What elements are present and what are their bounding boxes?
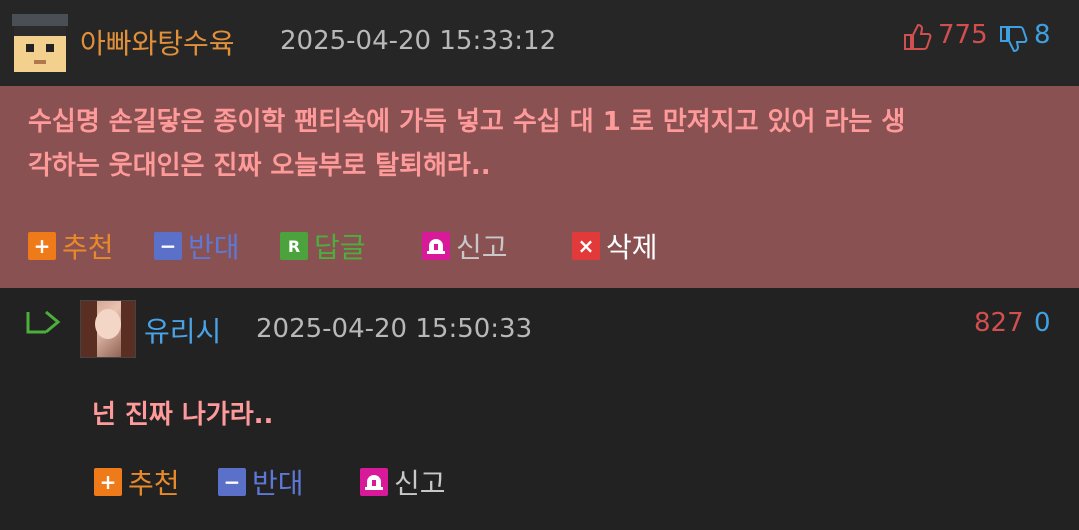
author-name[interactable]: 유리시: [144, 310, 221, 350]
comment-text: 수십명 손길닿은 종이학 팬티속에 가득 넣고 수십 대 1 로 만져지고 있어…: [28, 100, 1058, 188]
comment-text-line: 수십명 손길닿은 종이학 팬티속에 가득 넣고 수십 대 1 로 만져지고 있어…: [28, 107, 906, 137]
recommend-button[interactable]: + 추천: [28, 228, 114, 264]
author-avatar[interactable]: [80, 300, 136, 358]
recommend-button[interactable]: + 추천: [94, 464, 180, 500]
downvote-count: 8: [1034, 20, 1051, 50]
avatar-face: [95, 309, 121, 339]
comment-text: 넌 진짜 나가라..: [92, 400, 274, 430]
siren-icon-shape: [365, 475, 383, 490]
thumbs-up-icon[interactable]: [902, 22, 932, 52]
comment-2: 유리시 2025-04-20 15:50:33 827 0 넌 진짜 나가라..…: [0, 288, 1079, 530]
recommend-label: 추천: [128, 467, 180, 500]
downvote-count[interactable]: 0: [1034, 308, 1051, 338]
reply-badge-icon: R: [280, 232, 308, 260]
upvote-count: 775: [938, 20, 988, 50]
report-label: 신고: [456, 231, 508, 264]
siren-icon: [422, 232, 450, 260]
avatar-eye: [46, 44, 54, 52]
comment-1-body: 수십명 손길닿은 종이학 팬티속에 가득 넣고 수십 대 1 로 만져지고 있어…: [0, 86, 1079, 288]
report-button[interactable]: 신고: [422, 228, 508, 264]
plus-icon: +: [94, 468, 122, 496]
avatar-hair: [14, 26, 66, 36]
close-icon: ×: [572, 232, 600, 260]
minus-icon: −: [218, 468, 246, 496]
plus-icon: +: [28, 232, 56, 260]
recommend-label: 추천: [62, 231, 114, 264]
thumbs-down-icon[interactable]: [998, 24, 1028, 54]
reply-arrow-icon: [26, 310, 61, 334]
avatar-mouth: [34, 60, 46, 64]
delete-button[interactable]: × 삭제: [572, 228, 658, 264]
avatar-hair: [121, 301, 135, 357]
report-label: 신고: [394, 467, 446, 500]
upvote-count[interactable]: 827: [974, 308, 1024, 338]
author-name[interactable]: 아빠와탕수육: [80, 22, 235, 62]
minus-icon: −: [154, 232, 182, 260]
oppose-button[interactable]: − 반대: [218, 464, 304, 500]
oppose-label: 반대: [188, 231, 240, 264]
avatar-hair: [81, 301, 97, 357]
delete-label: 삭제: [606, 231, 658, 264]
comment-1-header: 아빠와탕수육 2025-04-20 15:33:12 775 8: [0, 0, 1079, 86]
siren-icon: [360, 468, 388, 496]
siren-icon-shape: [427, 239, 445, 254]
report-button[interactable]: 신고: [360, 464, 446, 500]
comment-datetime: 2025-04-20 15:50:33: [256, 314, 533, 344]
reply-button[interactable]: R 답글: [280, 228, 366, 264]
author-avatar[interactable]: [12, 14, 68, 72]
graduate-cap: [12, 14, 68, 26]
comment-text-line: 각하는 웃대인은 진짜 오늘부로 탈퇴해라..: [28, 151, 491, 181]
oppose-button[interactable]: − 반대: [154, 228, 240, 264]
comment-datetime: 2025-04-20 15:33:12: [280, 26, 557, 56]
oppose-label: 반대: [252, 467, 304, 500]
avatar-eye: [26, 44, 34, 52]
reply-label: 답글: [314, 231, 366, 264]
